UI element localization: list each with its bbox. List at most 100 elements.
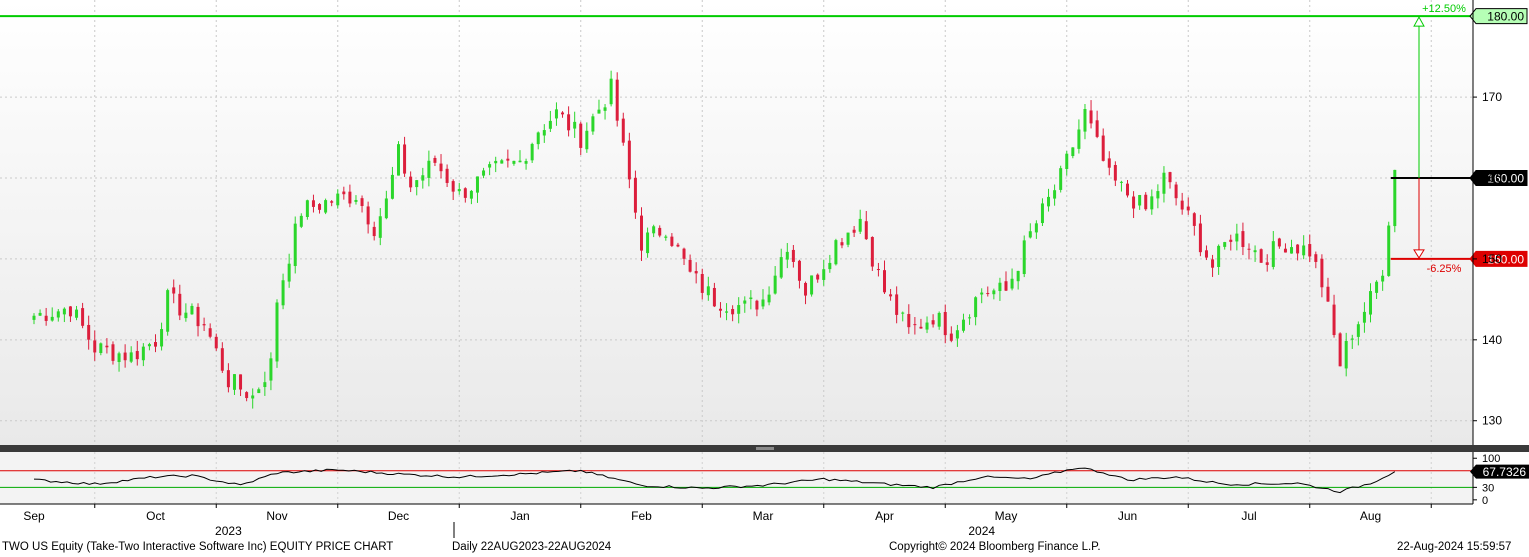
candle-body bbox=[384, 198, 388, 219]
candle-body bbox=[791, 249, 795, 262]
candle-body bbox=[943, 312, 947, 336]
price-axis-label: 150 bbox=[1482, 252, 1502, 266]
candle-body bbox=[694, 271, 698, 274]
candle-body bbox=[62, 308, 66, 315]
candle-body bbox=[251, 395, 255, 399]
candle-body bbox=[1168, 172, 1172, 183]
candle-body bbox=[269, 358, 273, 381]
candle-body bbox=[1350, 338, 1354, 340]
chart-title: TWO US Equity (Take-Two Interactive Soft… bbox=[2, 541, 394, 553]
candle-body bbox=[1211, 259, 1215, 268]
candle-body bbox=[1320, 258, 1324, 288]
candle-body bbox=[907, 314, 911, 328]
candle bbox=[1387, 221, 1391, 277]
candle-body bbox=[1095, 120, 1099, 137]
candle-body bbox=[901, 312, 905, 314]
candle-body bbox=[184, 312, 188, 319]
candle bbox=[324, 198, 328, 215]
candle-body bbox=[1356, 324, 1360, 337]
candle-body bbox=[445, 168, 449, 183]
candle-body bbox=[1059, 168, 1063, 190]
candle-body bbox=[779, 257, 783, 278]
candle-body bbox=[743, 300, 747, 304]
candle-body bbox=[202, 324, 206, 326]
candle-body bbox=[1229, 239, 1233, 242]
candle bbox=[293, 216, 297, 274]
candle-body bbox=[1314, 254, 1318, 262]
candle-body bbox=[731, 308, 735, 315]
candle-body bbox=[1016, 270, 1020, 282]
candle-body bbox=[1192, 213, 1196, 226]
candle-body bbox=[318, 204, 322, 210]
candle-body bbox=[257, 389, 261, 394]
candle-body bbox=[822, 269, 826, 280]
candle bbox=[1059, 165, 1063, 193]
candle-body bbox=[488, 164, 492, 168]
candle-body bbox=[737, 305, 741, 314]
candle-body bbox=[275, 302, 279, 362]
candle-body bbox=[1217, 245, 1221, 267]
candle-body bbox=[895, 294, 899, 315]
candle-body bbox=[968, 317, 972, 319]
candle-body bbox=[992, 290, 996, 295]
candle-body bbox=[172, 287, 176, 294]
candle-body bbox=[220, 348, 224, 371]
panel-resize-handle[interactable] bbox=[756, 447, 774, 450]
candle-body bbox=[1113, 165, 1117, 181]
candle-body bbox=[828, 262, 832, 270]
candle-body bbox=[154, 342, 157, 347]
candle-body bbox=[1302, 245, 1306, 256]
candle-body bbox=[627, 140, 631, 180]
candle-body bbox=[1089, 110, 1093, 124]
candle-body bbox=[640, 215, 643, 251]
candle-body bbox=[876, 269, 880, 271]
candle-body bbox=[609, 78, 613, 105]
month-label: Apr bbox=[875, 509, 894, 523]
copyright: Copyright© 2024 Bloomberg Finance L.P. bbox=[889, 541, 1101, 553]
month-label: Mar bbox=[753, 509, 774, 523]
price-axis-label: 130 bbox=[1482, 414, 1502, 428]
rsi-last-value-label: 67.7326 bbox=[1483, 465, 1527, 479]
candle-body bbox=[50, 316, 54, 321]
candle-body bbox=[208, 328, 212, 337]
candle-body bbox=[554, 109, 558, 119]
candle-body bbox=[1022, 240, 1026, 275]
month-label: Jan bbox=[510, 509, 529, 523]
bloomberg-price-chart: 180.00 +12.50% 160.00 150.00 -6.25% 67.7326 … bbox=[0, 0, 1529, 557]
candle-body bbox=[1174, 184, 1178, 199]
candle bbox=[397, 141, 400, 176]
candle-body bbox=[1271, 241, 1275, 267]
candle-body bbox=[378, 216, 382, 238]
candle-body bbox=[360, 198, 364, 207]
candle-body bbox=[1290, 247, 1294, 254]
candle-body bbox=[621, 118, 625, 143]
candle-body bbox=[239, 374, 243, 390]
month-label: May bbox=[995, 509, 1018, 523]
candle bbox=[1259, 248, 1263, 263]
candle bbox=[1393, 169, 1397, 233]
candle-body bbox=[281, 280, 285, 306]
candle-body bbox=[1332, 304, 1336, 336]
candle-body bbox=[135, 351, 139, 360]
footer-bar: TWO US Equity (Take-Two Interactive Soft… bbox=[0, 538, 1529, 557]
candle-body bbox=[1259, 249, 1263, 263]
candle-body bbox=[706, 286, 710, 296]
candle-body bbox=[390, 174, 394, 199]
candle-body bbox=[44, 315, 48, 321]
candle-body bbox=[816, 274, 820, 280]
candle-body bbox=[1265, 262, 1269, 265]
candle-body bbox=[427, 160, 431, 178]
candle-body bbox=[245, 392, 249, 399]
candle-body bbox=[178, 293, 182, 316]
candle-body bbox=[767, 294, 771, 303]
candle bbox=[834, 238, 838, 266]
candle-body bbox=[658, 227, 662, 236]
chart-period: Daily 22AUG2023-22AUG2024 bbox=[452, 541, 612, 553]
candle-body bbox=[931, 320, 935, 325]
candle bbox=[810, 275, 814, 297]
candle-body bbox=[712, 287, 716, 307]
candle-body bbox=[433, 157, 437, 163]
candle-body bbox=[117, 353, 121, 363]
candle-body bbox=[700, 274, 704, 293]
candle-body bbox=[761, 299, 765, 307]
